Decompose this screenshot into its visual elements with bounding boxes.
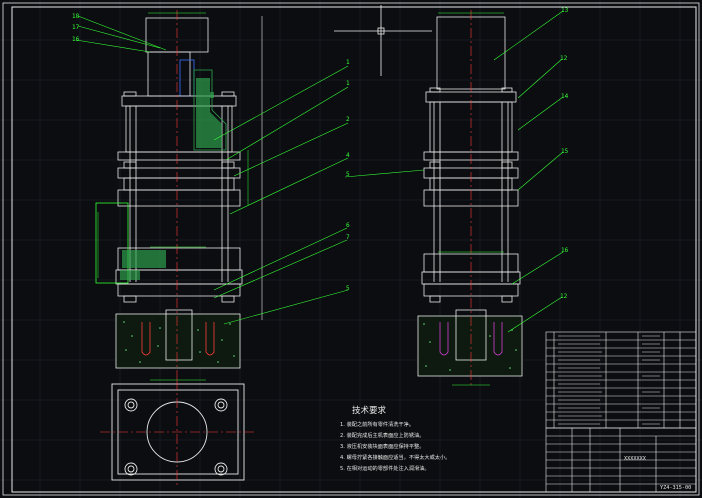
- project-label: XXXXXXX: [624, 456, 647, 462]
- drawing-code: YZ4-315-00: [660, 485, 691, 491]
- balloon-label: 5: [346, 171, 350, 178]
- balloon-labels-right: 13 12 14 15 16 12: [560, 7, 569, 300]
- front-view: [95, 17, 243, 369]
- base-plan-centerlines: [100, 380, 254, 486]
- balloon-label: 6: [346, 222, 350, 229]
- balloon-label: 4: [346, 152, 350, 159]
- balloon-label: 2: [346, 116, 350, 123]
- balloon-label: 1: [346, 80, 350, 87]
- title-block: [545, 427, 697, 493]
- balloon-label: 12: [560, 293, 568, 300]
- tech-requirement-item: 2. 装配完成后主机表面应上防锈油。: [340, 431, 424, 439]
- balloon-label: 14: [561, 93, 569, 100]
- cad-drawing-canvas[interactable]: 18 17 16 1 1 2 4 5 6 7 5 13 12 14 15 16 …: [0, 0, 702, 498]
- assembly-drawing: 18 17 16 1 1 2 4 5 6 7 5 13 12 14 15 16 …: [0, 0, 702, 498]
- parts-list-table: [545, 331, 697, 429]
- balloon-label: 18: [72, 13, 80, 20]
- balloon-label: 12: [560, 55, 568, 62]
- tech-requirement-item: 5. 在相对运动的零部件处注入润滑油。: [340, 464, 430, 472]
- balloon-label: 1: [346, 59, 350, 66]
- balloon-labels-left: 18 17 16 1 1 2 4 5 6 7 5: [72, 13, 350, 292]
- balloon-label: 16: [72, 36, 80, 43]
- balloon-label: 13: [561, 7, 569, 14]
- tech-requirement-item: 4. 螺母拧紧各接触面应适当，不得太大或太小。: [340, 453, 450, 461]
- balloon-label: 17: [72, 24, 80, 31]
- tech-requirements: 技术要求 1. 装配之前所有零件清洗干净。 2. 装配完成后主机表面应上防锈油。…: [340, 405, 450, 472]
- inner-frame: [11, 6, 697, 493]
- balloon-label: 5: [346, 285, 350, 292]
- front-view-hatch: [120, 78, 222, 280]
- tech-requirement-item: 1. 装配之前所有零件清洗干净。: [340, 420, 414, 428]
- balloon-label: 16: [561, 247, 569, 254]
- side-view: [417, 16, 523, 377]
- balloon-label: 15: [561, 148, 569, 155]
- tech-requirements-title: 技术要求: [352, 405, 387, 416]
- balloon-label: 7: [346, 234, 350, 241]
- tech-requirement-item: 3. 液压机安装块面表面应保持平整。: [340, 442, 424, 450]
